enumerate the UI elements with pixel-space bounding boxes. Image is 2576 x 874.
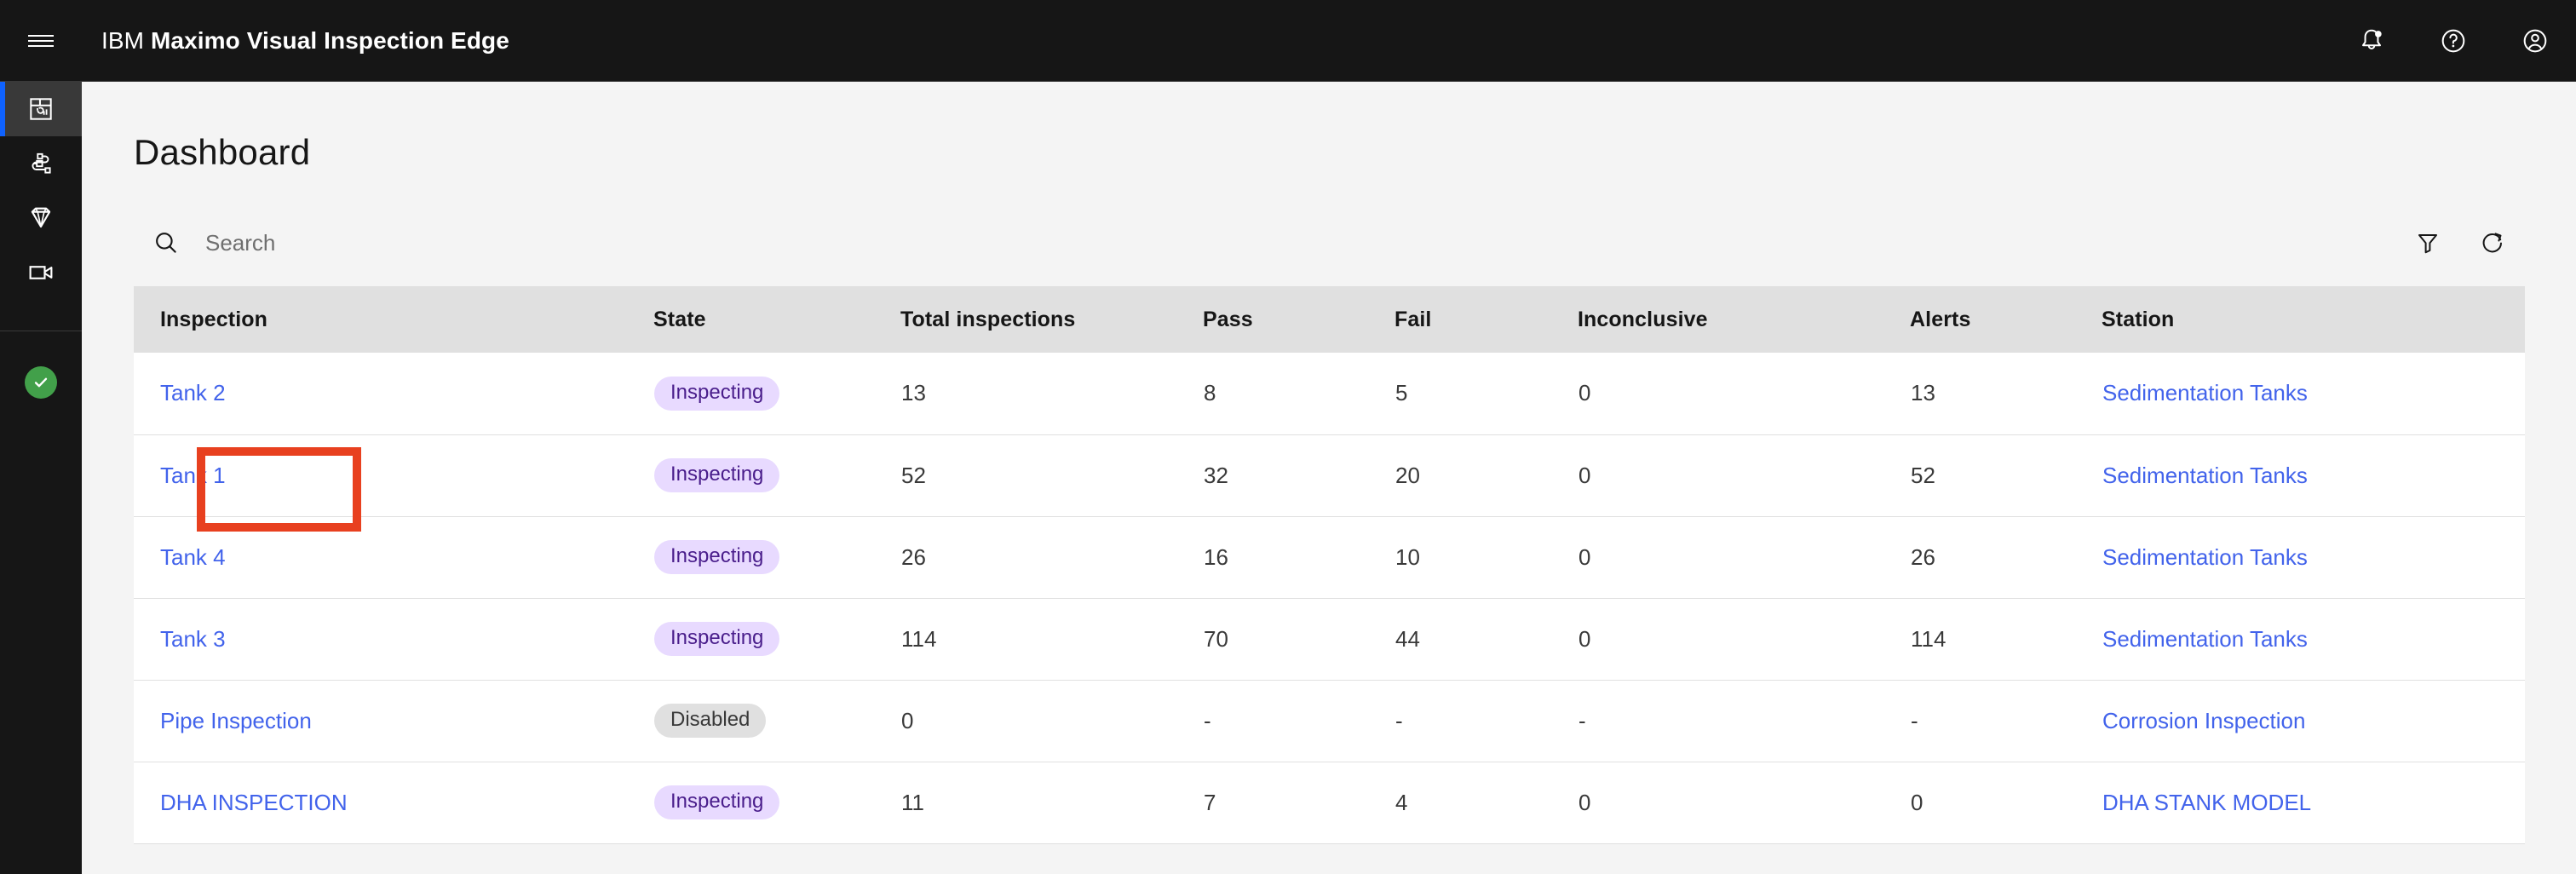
status-badge: Disabled (654, 704, 767, 738)
table-toolbar (134, 210, 2525, 275)
page-title: Dashboard (134, 132, 311, 172)
brand-name: Maximo Visual Inspection Edge (150, 26, 509, 54)
cell-total: 52 (900, 434, 1203, 517)
cell-inconclusive: 0 (1578, 762, 1910, 844)
cell-fail: - (1394, 680, 1578, 762)
help-icon[interactable] (2412, 0, 2494, 82)
dashboard-icon (30, 98, 52, 120)
sidebar-item-workflow[interactable] (0, 136, 82, 191)
cell-fail: 5 (1394, 353, 1578, 435)
main-content-area: Dashboard Search Inspection State Total … (82, 82, 2576, 874)
column-header-fail[interactable]: Fail (1394, 286, 1578, 353)
status-badge: Inspecting (654, 458, 780, 492)
cell-inconclusive: - (1578, 680, 1910, 762)
status-badge: Inspecting (654, 622, 780, 656)
cell-inconclusive: 0 (1578, 598, 1910, 681)
station-link[interactable]: Sedimentation Tanks (2102, 380, 2308, 405)
inspections-table-wrapper: Inspection State Total inspections Pass … (134, 286, 2525, 844)
inspection-link[interactable]: Tank 3 (160, 626, 226, 652)
station-link[interactable]: Corrosion Inspection (2102, 708, 2305, 733)
sidebar-item-dashboard[interactable] (0, 82, 82, 136)
app-brand-title: IBM Maximo Visual Inspection Edge (101, 27, 509, 55)
cell-inconclusive: 0 (1578, 353, 1910, 435)
column-header-station[interactable]: Station (2102, 286, 2525, 353)
inspections-table: Inspection State Total inspections Pass … (134, 286, 2525, 844)
top-header-actions (2331, 0, 2576, 82)
notification-bell-icon[interactable] (2331, 0, 2412, 82)
left-sidebar-rail (0, 82, 82, 874)
search-field-wrapper (134, 210, 965, 275)
table-body: Tank 2 Inspecting 13 8 5 0 13 Sedimentat… (134, 353, 2525, 844)
cell-alerts: - (1910, 680, 2102, 762)
cell-inconclusive: 0 (1578, 516, 1910, 599)
table-row[interactable]: Pipe Inspection Disabled 0 - - - - Corro… (134, 680, 2525, 762)
column-header-inspection[interactable]: Inspection (134, 286, 653, 353)
table-header: Inspection State Total inspections Pass … (134, 286, 2525, 353)
cell-alerts: 13 (1910, 353, 2102, 435)
diamond-icon (31, 207, 51, 228)
column-header-pass[interactable]: Pass (1203, 286, 1394, 353)
table-row[interactable]: DHA INSPECTION Inspecting 11 7 4 0 0 DHA… (134, 762, 2525, 844)
table-row[interactable]: Tank 2 Inspecting 13 8 5 0 13 Sedimentat… (134, 353, 2525, 435)
search-input[interactable] (198, 217, 965, 268)
cell-total: 13 (900, 353, 1203, 435)
sidebar-item-models[interactable] (0, 191, 82, 245)
inspection-link[interactable]: Tank 2 (160, 380, 226, 405)
status-badge: Inspecting (654, 540, 780, 574)
check-circle-icon (25, 366, 57, 399)
cell-alerts: 114 (1910, 598, 2102, 681)
table-row[interactable]: Tank 4 Inspecting 26 16 10 0 26 Sediment… (134, 516, 2525, 599)
column-header-total[interactable]: Total inspections (900, 286, 1203, 353)
station-link[interactable]: DHA STANK MODEL (2102, 790, 2311, 815)
status-badge: Inspecting (654, 785, 780, 819)
cell-fail: 10 (1394, 516, 1578, 599)
cell-total: 114 (900, 598, 1203, 681)
system-status-indicator[interactable] (0, 331, 82, 434)
inspection-link[interactable]: Tank 1 (160, 463, 226, 488)
cell-fail: 20 (1394, 434, 1578, 517)
hamburger-menu-icon[interactable] (0, 0, 82, 82)
cell-pass: 7 (1203, 762, 1394, 844)
inspection-link[interactable]: Pipe Inspection (160, 708, 312, 733)
brand-prefix: IBM (101, 26, 145, 54)
cell-total: 26 (900, 516, 1203, 599)
station-link[interactable]: Sedimentation Tanks (2102, 463, 2308, 488)
filter-funnel-icon[interactable] (2395, 210, 2460, 275)
cell-pass: 32 (1203, 434, 1394, 517)
cell-alerts: 52 (1910, 434, 2102, 517)
column-header-state[interactable]: State (653, 286, 900, 353)
cell-pass: 8 (1203, 353, 1394, 435)
table-row[interactable]: Tank 3 Inspecting 114 70 44 0 114 Sedime… (134, 598, 2525, 681)
table-header-row: Inspection State Total inspections Pass … (134, 286, 2525, 353)
inspection-link[interactable]: Tank 4 (160, 544, 226, 570)
cell-pass: 70 (1203, 598, 1394, 681)
column-header-alerts[interactable]: Alerts (1910, 286, 2102, 353)
cell-alerts: 26 (1910, 516, 2102, 599)
refresh-icon[interactable] (2460, 210, 2525, 275)
workflow-nodes-icon (32, 152, 51, 174)
station-link[interactable]: Sedimentation Tanks (2102, 544, 2308, 570)
search-icon (134, 210, 198, 275)
cell-total: 0 (900, 680, 1203, 762)
station-link[interactable]: Sedimentation Tanks (2102, 626, 2308, 652)
cell-alerts: 0 (1910, 762, 2102, 844)
cell-pass: - (1203, 680, 1394, 762)
status-badge: Inspecting (654, 376, 780, 411)
cell-pass: 16 (1203, 516, 1394, 599)
table-row[interactable]: Tank 1 Inspecting 52 32 20 0 52 Sediment… (134, 434, 2525, 517)
sidebar-item-cameras[interactable] (0, 245, 82, 300)
toolbar-actions (2395, 210, 2525, 275)
user-avatar-icon[interactable] (2494, 0, 2576, 82)
cell-total: 11 (900, 762, 1203, 844)
inspection-link[interactable]: DHA INSPECTION (160, 790, 348, 815)
cell-fail: 4 (1394, 762, 1578, 844)
video-camera-icon (29, 266, 53, 279)
cell-fail: 44 (1394, 598, 1578, 681)
cell-inconclusive: 0 (1578, 434, 1910, 517)
column-header-inconclusive[interactable]: Inconclusive (1578, 286, 1910, 353)
top-header-bar: IBM Maximo Visual Inspection Edge (0, 0, 2576, 82)
